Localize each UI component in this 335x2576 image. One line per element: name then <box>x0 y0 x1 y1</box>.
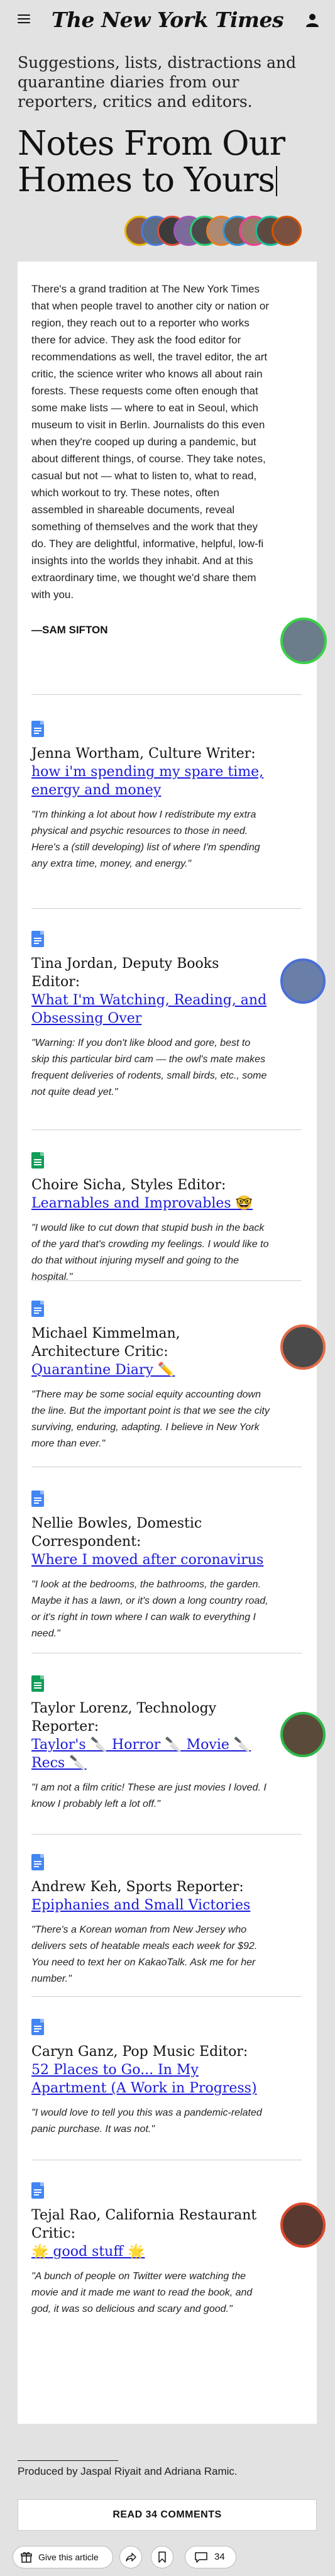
comments-button[interactable]: 34 <box>185 2546 236 2568</box>
quote: "There's a Korean woman from New Jersey … <box>31 1924 258 1984</box>
share-icon <box>126 2553 136 2562</box>
credits: Produced by Jaspal Riyait and Adriana Ra… <box>18 2465 238 2477</box>
google-doc-icon <box>31 2019 44 2035</box>
google-doc-icon <box>31 1301 44 1317</box>
bookmark-icon <box>158 2551 166 2563</box>
page-title: Notes From Our Homes to Yours <box>18 126 319 199</box>
quote: "I am not a film critic! These are just … <box>31 1782 266 1809</box>
contributor-avatars <box>124 216 332 250</box>
comment-icon <box>195 2552 207 2563</box>
gift-icon <box>21 2552 32 2563</box>
contributor-name: Andrew Keh, Sports Reporter: <box>31 1879 244 1895</box>
contributor-name: Michael Kimmelman, Architecture Critic: <box>31 1326 180 1360</box>
quote: "A bunch of people on Twitter were watch… <box>31 2271 253 2314</box>
google-sheet-icon <box>31 1675 44 1692</box>
bottom-toolbar: Give this article 34 <box>0 2540 335 2576</box>
list-item: Tejal Rao, California Restaurant Critic:… <box>31 2182 270 2318</box>
intro-text: There's a grand tradition at The New Yor… <box>31 283 270 601</box>
comment-count: 34 <box>214 2551 225 2562</box>
contributor-name: Taylor Lorenz, Technology Reporter: <box>31 1701 217 1735</box>
google-sheet-icon <box>31 1152 44 1169</box>
divider <box>18 2460 118 2461</box>
subheadline: Suggestions, lists, distractions and qua… <box>18 53 297 111</box>
document-link[interactable]: 52 Places to Go... In My Apartment (A Wo… <box>31 2061 270 2097</box>
share-button[interactable] <box>119 2546 142 2568</box>
document-link[interactable]: Learnables and Improvables 🤓 <box>31 1194 270 1213</box>
quote: "I look at the bedrooms, the bathrooms, … <box>31 1579 268 1639</box>
list-item: Andrew Keh, Sports Reporter: Epiphanies … <box>31 1854 270 1987</box>
gift-label: Give this article <box>38 2552 99 2562</box>
google-doc-icon <box>31 2182 44 2199</box>
document-link[interactable]: Epiphanies and Small Victories <box>31 1896 270 1914</box>
avatar <box>272 216 302 246</box>
avatar <box>280 1712 326 1757</box>
divider <box>31 694 302 695</box>
top-bar: The New York Times <box>0 0 335 43</box>
list-item: Taylor Lorenz, Technology Reporter: Tayl… <box>31 1675 270 1813</box>
list-item: Michael Kimmelman, Architecture Critic: … <box>31 1301 270 1452</box>
gift-article-button[interactable]: Give this article <box>13 2546 113 2568</box>
avatar <box>280 958 326 1004</box>
list-item: Jenna Wortham, Culture Writer: how i'm s… <box>31 721 270 872</box>
quote: "Warning: If you don't like blood and go… <box>31 1038 267 1097</box>
google-doc-icon <box>31 931 44 947</box>
page-title-text: Notes From Our Homes to Yours <box>18 125 285 199</box>
quote: "I'm thinking a lot about how I redistri… <box>31 809 260 869</box>
document-link[interactable]: What I'm Watching, Reading, and Obsessin… <box>31 991 270 1028</box>
list-item: Caryn Ganz, Pop Music Editor: 52 Places … <box>31 2019 270 2138</box>
article-card: There's a grand tradition at The New Yor… <box>18 262 327 2424</box>
avatar <box>280 2202 326 2248</box>
contributor-name: Tejal Rao, California Restaurant Critic: <box>31 2207 257 2241</box>
contributor-name: Choire Sicha, Styles Editor: <box>31 1177 226 1193</box>
document-link[interactable]: Where I moved after coronavirus <box>31 1551 270 1569</box>
document-link[interactable]: how i'm spending my spare time, energy a… <box>31 763 270 799</box>
divider <box>31 1280 302 1281</box>
contributor-name: Tina Jordan, Deputy Books Editor: <box>31 956 219 990</box>
document-link[interactable]: Quarantine Diary ✏️ <box>31 1361 270 1379</box>
bookmark-button[interactable] <box>151 2546 173 2568</box>
divider <box>31 1996 302 1997</box>
quote: "I would like to cut down that stupid bu… <box>31 1223 269 1282</box>
contributor-name: Caryn Ganz, Pop Music Editor: <box>31 2044 248 2060</box>
list-item: Tina Jordan, Deputy Books Editor: What I… <box>31 931 270 1101</box>
contributor-name: Nellie Bowles, Domestic Correspondent: <box>31 1516 202 1550</box>
google-doc-icon <box>31 1854 44 1870</box>
read-comments-button[interactable]: READ 34 COMMENTS <box>18 2499 317 2531</box>
text-cursor <box>275 166 277 196</box>
list-item: Choire Sicha, Styles Editor: Learnables … <box>31 1152 270 1285</box>
avatar <box>280 618 327 664</box>
divider <box>31 908 302 909</box>
user-account-icon[interactable] <box>305 13 320 28</box>
contributor-name: Jenna Wortham, Culture Writer: <box>31 746 256 762</box>
document-link[interactable]: Taylor's 🔪 Horror 🔪 Movie 🔪 Recs 🔪 <box>31 1736 270 1772</box>
list-item: Nellie Bowles, Domestic Correspondent: W… <box>31 1491 270 1642</box>
avatar <box>280 1324 326 1370</box>
divider <box>31 1834 302 1835</box>
google-doc-icon <box>31 721 44 737</box>
nyt-logo[interactable]: The New York Times <box>0 8 335 32</box>
signature: —SAM SIFTON <box>31 624 108 636</box>
quote: "There may be some social equity account… <box>31 1389 270 1449</box>
document-link[interactable]: 🌟 good stuff 🌟 <box>31 2243 270 2261</box>
quote: "I would love to tell you this was a pan… <box>31 2107 262 2135</box>
google-doc-icon <box>31 1491 44 1507</box>
